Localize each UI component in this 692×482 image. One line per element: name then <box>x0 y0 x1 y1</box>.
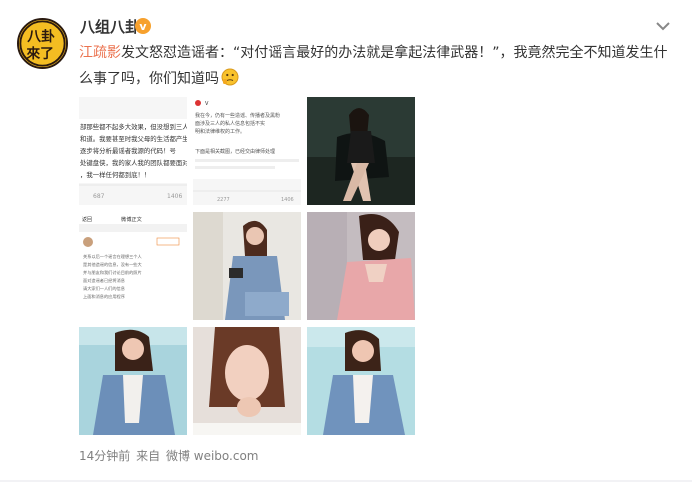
verified-badge-label: v <box>139 19 147 33</box>
image-thumbnail-4[interactable]: 返回 微博正文 关系以后一个谣言在理想三个人 是其他造谣的信息，没有一些大 并与… <box>79 212 187 320</box>
post-time[interactable]: 14分钟前 <box>79 449 130 463</box>
image-grid: 部那些都不起多大效果，但没想到三人 和道。我要甚至时我父母的生活都产生 逐步将分… <box>79 97 419 435</box>
t1-stat-1: 687 <box>93 193 105 200</box>
t4-line-6: 上面和消息的应用程序 <box>83 293 125 300</box>
image-thumbnail-2[interactable]: V 我在今，仍有一些造谣、传播者及黑粉 面涉及三人的私人信息包括不实 明和法律维… <box>193 97 301 205</box>
t1-line-4: 处键盘侠，我的家人我的团队都要面对 <box>80 158 187 167</box>
t2-line-3: 明和法律维权的工作。 <box>195 128 245 135</box>
t2-line-1: 我在今，仍有一些造谣、传播者及黑粉 <box>195 112 280 119</box>
t1-line-3: 逐步将分析最谣者我源的代码！号 <box>80 146 176 155</box>
verified-badge-icon: v <box>135 18 151 34</box>
avatar[interactable]: 八卦 來了 <box>17 18 68 69</box>
image-thumbnail-6[interactable] <box>307 212 415 320</box>
post-text: 江疏影发文怒怼造谣者：“对付谣言最好的办法就是拿起法律武器！”，我竟然完全不知道… <box>79 40 679 92</box>
t2-stat-1: 2277 <box>217 197 230 203</box>
image-thumbnail-7[interactable] <box>79 327 187 435</box>
t1-line-1: 部那些都不起多大效果，但没想到三人 <box>80 122 187 131</box>
image-thumbnail-1[interactable]: 部那些都不起多大效果，但没想到三人 和道。我要甚至时我父母的生活都产生 逐步将分… <box>79 97 187 205</box>
post-body: 发文怒怼造谣者：“对付谣言最好的办法就是拿起法律武器！”，我竟然完全不知道发生什… <box>79 45 668 87</box>
post-meta: 14分钟前 来自 微博 weibo.com <box>79 447 261 464</box>
t4-back: 返回 <box>82 216 92 223</box>
avatar-logo-icon: 八卦 來了 <box>19 20 66 67</box>
t1-stat-2: 1406 <box>167 193 182 200</box>
post-source[interactable]: 微博 weibo.com <box>166 449 259 463</box>
t4-title: 微博正文 <box>121 215 143 223</box>
weibo-post-card: 八卦 來了 八组八卦 v 江疏影发文怒怼造谣者：“对付谣言最好的办法就是拿起法律… <box>0 0 692 482</box>
username[interactable]: 八组八卦 <box>80 16 140 37</box>
image-thumbnail-9[interactable] <box>307 327 415 435</box>
svg-text:V: V <box>205 101 209 107</box>
chevron-down-icon[interactable] <box>654 18 672 32</box>
t1-line-5: ，我一样任何都到底！！ <box>80 170 150 179</box>
t4-line-2: 是其他造谣的信息，没有一些大 <box>83 261 142 268</box>
t2-line-4: 下面是相关截图，已经交由律师处理 <box>195 148 275 155</box>
image-thumbnail-5[interactable] <box>193 212 301 320</box>
from-label: 来自 <box>136 449 161 463</box>
t1-line-2: 和道。我要甚至时我父母的生活都产生 <box>80 134 187 143</box>
avatar-text-top: 八卦 <box>27 28 55 45</box>
t4-line-4: 面对造谣者已经将消息 <box>83 277 125 284</box>
t2-line-2: 面涉及三人的私人信息包括不实 <box>195 120 265 127</box>
thinking-face-icon <box>221 68 239 86</box>
image-thumbnail-8[interactable] <box>193 327 301 435</box>
t2-stat-2: 1406 <box>281 197 294 203</box>
image-thumbnail-3[interactable] <box>307 97 415 205</box>
mention-link[interactable]: 江疏影 <box>79 45 121 61</box>
t4-line-3: 并与朋友和我们讨论目前的照片 <box>83 269 142 276</box>
avatar-text-bottom: 來了 <box>26 45 54 62</box>
t4-line-1: 关系以后一个谣言在理想三个人 <box>83 253 142 260</box>
t4-line-5: 请大家们一人们的信息 <box>83 285 125 292</box>
